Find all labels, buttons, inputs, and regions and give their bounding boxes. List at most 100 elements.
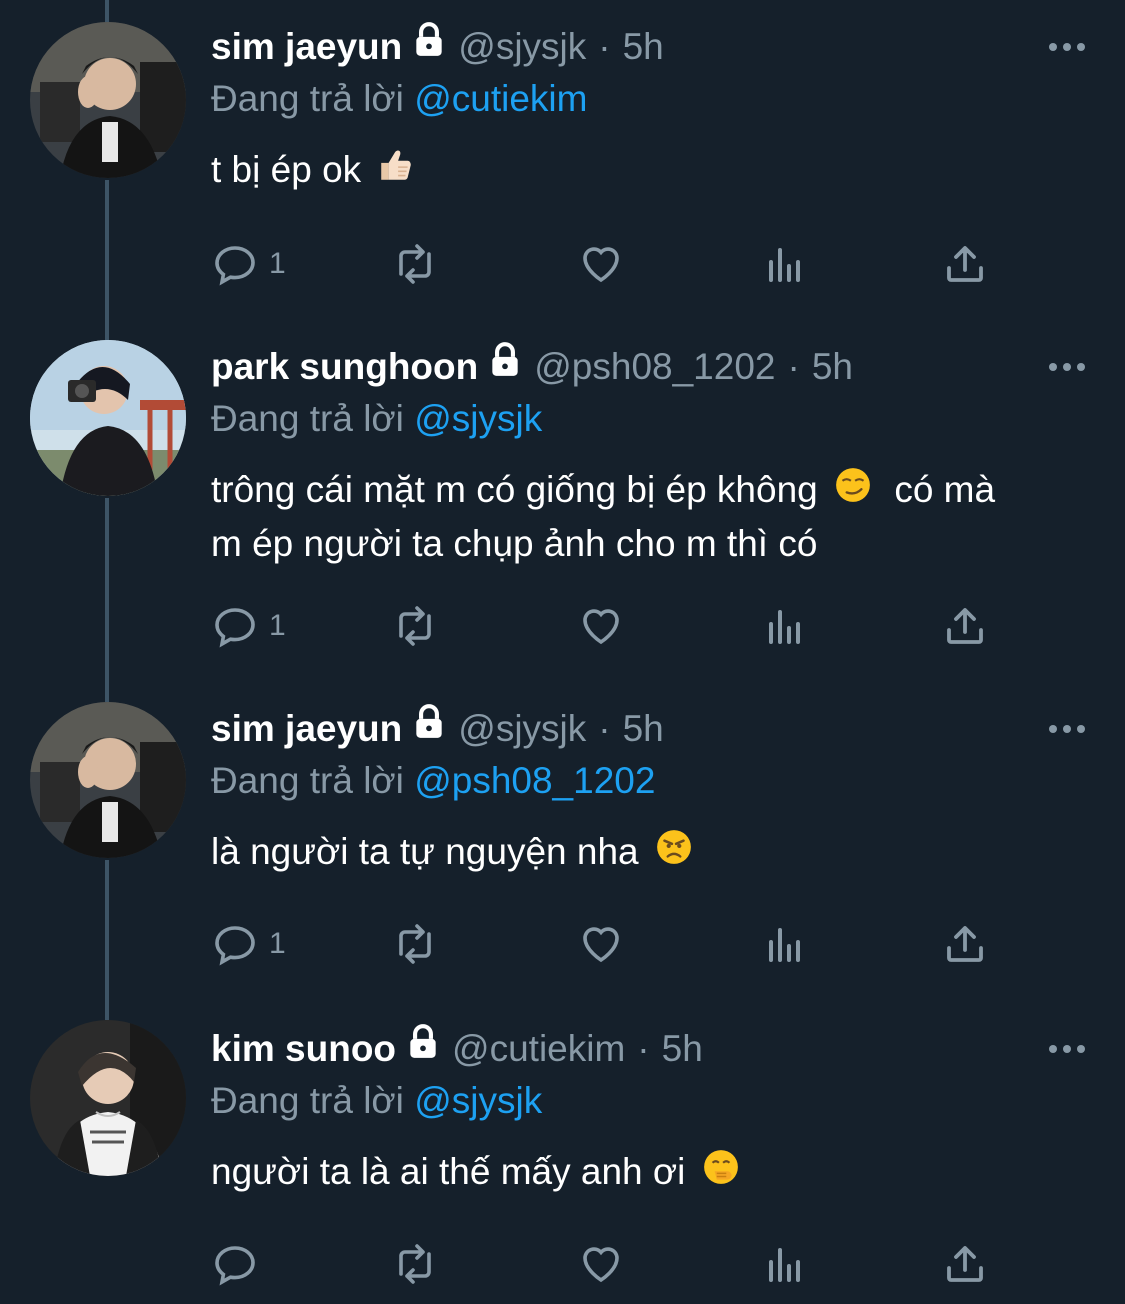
handle[interactable]: @cutiekim (452, 1022, 625, 1076)
reply-count: 1 (269, 927, 286, 960)
tweet-actions: 1 (211, 598, 1001, 654)
views-button[interactable] (761, 598, 809, 654)
handle[interactable]: @sjysjk (458, 20, 586, 74)
lock-icon (410, 20, 448, 74)
retweet-button[interactable] (391, 1236, 439, 1292)
retweet-button[interactable] (391, 916, 439, 972)
avatar[interactable] (30, 702, 186, 858)
avatar[interactable] (30, 340, 186, 496)
tweet-header: sim jaeyun @sjysjk · 5h (211, 20, 1085, 74)
tweet-header: park sunghoon @psh08_1202 · 5h (211, 340, 1085, 394)
tweet-header: sim jaeyun @sjysjk · 5h (211, 702, 1085, 756)
tweet[interactable]: sim jaeyun @sjysjk · 5h Đang trả lời @ps… (0, 702, 1125, 1002)
display-name[interactable]: kim sunoo (211, 1022, 396, 1076)
reply-icon (215, 608, 255, 648)
views-button[interactable] (761, 1236, 809, 1292)
like-icon (583, 247, 619, 283)
like-button[interactable] (577, 598, 625, 654)
reply-count: 1 (269, 247, 286, 280)
tweet-text-content: là người ta tự nguyện nha (211, 831, 639, 872)
tweet-actions: 1 (211, 916, 1001, 972)
retweet-button[interactable] (391, 598, 439, 654)
views-button[interactable] (761, 236, 809, 292)
more-icon[interactable] (1047, 1029, 1087, 1069)
reply-button[interactable]: 1 (211, 598, 286, 654)
tweet-text: là người ta tự nguyện nha (211, 826, 1085, 880)
angry-face-icon (655, 828, 693, 880)
more-icon[interactable] (1047, 347, 1087, 387)
replying-label: Đang trả lời (211, 1080, 404, 1121)
replying-to: Đang trả lời @sjysjk (211, 1076, 1085, 1126)
mention-link[interactable]: @psh08_1202 (414, 760, 655, 801)
tweet[interactable]: sim jaeyun @sjysjk · 5h Đang trả lời @cu… (0, 20, 1125, 320)
replying-label: Đang trả lời (211, 760, 404, 801)
share-button[interactable] (941, 598, 989, 654)
avatar[interactable] (30, 1020, 186, 1176)
tweet[interactable]: kim sunoo @cutiekim · 5h Đang trả lời @s… (0, 1020, 1125, 1304)
retweet-icon (399, 244, 431, 284)
mention-link[interactable]: @cutiekim (414, 78, 587, 119)
more-icon[interactable] (1047, 709, 1087, 749)
separator: · (637, 1028, 650, 1069)
like-button[interactable] (577, 236, 625, 292)
lock-icon (410, 702, 448, 756)
retweet-icon (399, 606, 431, 646)
tweet-text: t bị ép ok (211, 144, 1085, 198)
replying-to: Đang trả lời @psh08_1202 (211, 756, 1085, 806)
timestamp[interactable]: 5h (662, 1022, 703, 1076)
retweet-icon (399, 924, 431, 964)
avatar[interactable] (30, 22, 186, 178)
views-icon (769, 928, 800, 962)
like-button[interactable] (577, 916, 625, 972)
lock-icon (486, 340, 524, 394)
retweet-icon (399, 1244, 431, 1284)
mention-link[interactable]: @sjysjk (414, 1080, 542, 1121)
separator: · (598, 26, 611, 67)
share-button[interactable] (941, 916, 989, 972)
mention-link[interactable]: @sjysjk (414, 398, 542, 439)
tweet-header: kim sunoo @cutiekim · 5h (211, 1022, 1085, 1076)
tweet-text-content: người ta là ai thế mấy anh ơi (211, 1151, 686, 1192)
reply-icon (215, 1246, 255, 1286)
reply-button[interactable]: 1 (211, 236, 286, 292)
display-name[interactable]: park sunghoon (211, 340, 478, 394)
replying-to: Đang trả lời @cutiekim (211, 74, 1085, 124)
tweet-text-content: trông cái mặt m có giống bị ép không (211, 469, 818, 510)
tweet-text: người ta là ai thế mấy anh ơi (211, 1146, 1085, 1200)
face-with-hand-over-mouth-icon (702, 1148, 740, 1200)
reply-button[interactable] (211, 1236, 269, 1292)
like-icon (583, 927, 619, 963)
replying-label: Đang trả lời (211, 398, 404, 439)
tweet-text: trông cái mặt m có giống bị ép không có … (211, 464, 1085, 570)
like-icon (583, 1247, 619, 1283)
timestamp[interactable]: 5h (623, 702, 664, 756)
tweet-actions: 1 (211, 236, 1001, 292)
views-icon (769, 1248, 800, 1282)
more-icon[interactable] (1047, 27, 1087, 67)
replying-to: Đang trả lời @sjysjk (211, 394, 1085, 444)
retweet-button[interactable] (391, 236, 439, 292)
lock-icon (404, 1022, 442, 1076)
like-button[interactable] (577, 1236, 625, 1292)
views-button[interactable] (761, 916, 809, 972)
handle[interactable]: @sjysjk (458, 702, 586, 756)
reply-button[interactable]: 1 (211, 916, 286, 972)
reply-count: 1 (269, 609, 286, 642)
views-icon (769, 610, 800, 644)
share-icon (947, 246, 983, 282)
tweet[interactable]: park sunghoon @psh08_1202 · 5h Đang trả … (0, 338, 1125, 678)
tweet-text-content: t bị ép ok (211, 149, 362, 190)
tweet-actions (211, 1236, 1001, 1292)
reply-icon (215, 926, 255, 966)
timestamp[interactable]: 5h (623, 20, 664, 74)
share-icon (947, 608, 983, 644)
handle[interactable]: @psh08_1202 (534, 340, 775, 394)
smirking-face-icon (834, 466, 872, 518)
share-icon (947, 1246, 983, 1282)
tweet-text-content: có mà (894, 469, 996, 510)
display-name[interactable]: sim jaeyun (211, 702, 402, 756)
display-name[interactable]: sim jaeyun (211, 20, 402, 74)
share-button[interactable] (941, 1236, 989, 1292)
timestamp[interactable]: 5h (812, 340, 853, 394)
share-button[interactable] (941, 236, 989, 292)
